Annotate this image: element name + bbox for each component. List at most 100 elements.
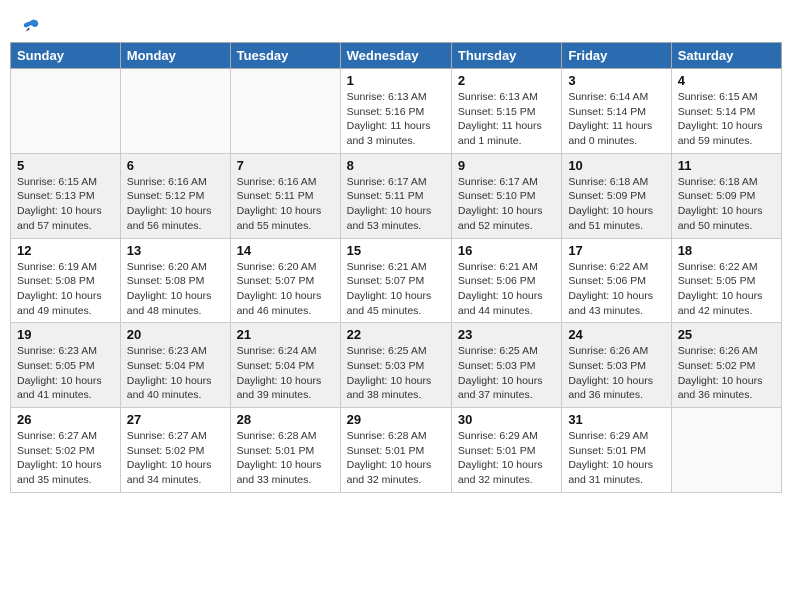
calendar-day-31: 31Sunrise: 6:29 AMSunset: 5:01 PMDayligh… bbox=[562, 408, 671, 493]
calendar-day-17: 17 Sunrise: 6:22 AMSunset: 5:06 PMDayligh… bbox=[562, 238, 671, 323]
day-info: Sunrise: 6:23 AMSunset: 5:04 PMDaylight:… bbox=[127, 344, 224, 403]
day-number: 8 bbox=[347, 158, 445, 173]
day-info: Sunrise: 6:20 AMSunset: 5:08 PMDaylight:… bbox=[127, 260, 224, 319]
day-number: 23 bbox=[458, 327, 555, 342]
day-number: 19 bbox=[17, 327, 114, 342]
calendar-day-22: 22 Sunrise: 6:25 AMSunset: 5:03 PMDayligh… bbox=[340, 323, 451, 408]
day-info: Sunrise: 6:25 AMSunset: 5:03 PMDaylight:… bbox=[347, 344, 445, 403]
calendar-day-29: 29 Sunrise: 6:28 AMSunset: 5:01 PMDayligh… bbox=[340, 408, 451, 493]
calendar-day-28: 28 Sunrise: 6:28 AMSunset: 5:01 PMDayligh… bbox=[230, 408, 340, 493]
day-number: 26 bbox=[17, 412, 114, 427]
day-number: 1 bbox=[347, 73, 445, 88]
day-number: 24 bbox=[568, 327, 664, 342]
day-number: 25 bbox=[678, 327, 775, 342]
logo bbox=[20, 18, 40, 32]
calendar-day-26: 26 Sunrise: 6:27 AMSunset: 5:02 PMDayligh… bbox=[11, 408, 121, 493]
day-info: Sunrise: 6:16 AMSunset: 5:12 PMDaylight:… bbox=[127, 175, 224, 234]
day-info: Sunrise: 6:22 AMSunset: 5:05 PMDaylight:… bbox=[678, 260, 775, 319]
calendar-day-3: 3 Sunrise: 6:14 AMSunset: 5:14 PMDaylight… bbox=[562, 69, 671, 154]
day-number: 28 bbox=[237, 412, 334, 427]
day-info: Sunrise: 6:24 AMSunset: 5:04 PMDaylight:… bbox=[237, 344, 334, 403]
calendar-header-thursday: Thursday bbox=[451, 43, 561, 69]
page-header bbox=[10, 10, 782, 36]
day-number: 22 bbox=[347, 327, 445, 342]
calendar-day-4: 4 Sunrise: 6:15 AMSunset: 5:14 PMDaylight… bbox=[671, 69, 781, 154]
day-number: 17 bbox=[568, 243, 664, 258]
day-number: 5 bbox=[17, 158, 114, 173]
calendar-empty-cell bbox=[11, 69, 121, 154]
day-info: Sunrise: 6:27 AMSunset: 5:02 PMDaylight:… bbox=[127, 429, 224, 488]
calendar-day-14: 14Sunrise: 6:20 AMSunset: 5:07 PMDayligh… bbox=[230, 238, 340, 323]
day-info: Sunrise: 6:26 AMSunset: 5:03 PMDaylight:… bbox=[568, 344, 664, 403]
day-number: 11 bbox=[678, 158, 775, 173]
calendar-header-friday: Friday bbox=[562, 43, 671, 69]
day-info: Sunrise: 6:18 AMSunset: 5:09 PMDaylight:… bbox=[568, 175, 664, 234]
calendar-day-6: 6Sunrise: 6:16 AMSunset: 5:12 PMDaylight… bbox=[120, 153, 230, 238]
day-info: Sunrise: 6:19 AMSunset: 5:08 PMDaylight:… bbox=[17, 260, 114, 319]
calendar-empty-cell bbox=[120, 69, 230, 154]
day-number: 4 bbox=[678, 73, 775, 88]
day-info: Sunrise: 6:17 AMSunset: 5:10 PMDaylight:… bbox=[458, 175, 555, 234]
calendar-day-9: 9 Sunrise: 6:17 AMSunset: 5:10 PMDaylight… bbox=[451, 153, 561, 238]
day-number: 3 bbox=[568, 73, 664, 88]
day-info: Sunrise: 6:14 AMSunset: 5:14 PMDaylight:… bbox=[568, 90, 664, 149]
calendar-day-5: 5 Sunrise: 6:15 AMSunset: 5:13 PMDaylight… bbox=[11, 153, 121, 238]
calendar-week-row: 5 Sunrise: 6:15 AMSunset: 5:13 PMDaylight… bbox=[11, 153, 782, 238]
day-number: 9 bbox=[458, 158, 555, 173]
day-number: 15 bbox=[347, 243, 445, 258]
calendar-day-12: 12 Sunrise: 6:19 AMSunset: 5:08 PMDayligh… bbox=[11, 238, 121, 323]
calendar-day-13: 13 Sunrise: 6:20 AMSunset: 5:08 PMDayligh… bbox=[120, 238, 230, 323]
day-number: 29 bbox=[347, 412, 445, 427]
calendar-week-row: 12 Sunrise: 6:19 AMSunset: 5:08 PMDayligh… bbox=[11, 238, 782, 323]
day-info: Sunrise: 6:26 AMSunset: 5:02 PMDaylight:… bbox=[678, 344, 775, 403]
calendar-day-8: 8 Sunrise: 6:17 AMSunset: 5:11 PMDaylight… bbox=[340, 153, 451, 238]
calendar-day-30: 30Sunrise: 6:29 AMSunset: 5:01 PMDayligh… bbox=[451, 408, 561, 493]
day-info: Sunrise: 6:15 AMSunset: 5:14 PMDaylight:… bbox=[678, 90, 775, 149]
calendar-day-2: 2Sunrise: 6:13 AMSunset: 5:15 PMDaylight… bbox=[451, 69, 561, 154]
calendar-day-20: 20 Sunrise: 6:23 AMSunset: 5:04 PMDayligh… bbox=[120, 323, 230, 408]
day-info: Sunrise: 6:25 AMSunset: 5:03 PMDaylight:… bbox=[458, 344, 555, 403]
calendar-day-18: 18 Sunrise: 6:22 AMSunset: 5:05 PMDayligh… bbox=[671, 238, 781, 323]
calendar-day-23: 23 Sunrise: 6:25 AMSunset: 5:03 PMDayligh… bbox=[451, 323, 561, 408]
calendar-header-sunday: Sunday bbox=[11, 43, 121, 69]
calendar-day-15: 15Sunrise: 6:21 AMSunset: 5:07 PMDayligh… bbox=[340, 238, 451, 323]
day-info: Sunrise: 6:16 AMSunset: 5:11 PMDaylight:… bbox=[237, 175, 334, 234]
calendar-day-7: 7 Sunrise: 6:16 AMSunset: 5:11 PMDaylight… bbox=[230, 153, 340, 238]
calendar-week-row: 26 Sunrise: 6:27 AMSunset: 5:02 PMDayligh… bbox=[11, 408, 782, 493]
day-number: 7 bbox=[237, 158, 334, 173]
calendar-week-row: 1 Sunrise: 6:13 AMSunset: 5:16 PMDaylight… bbox=[11, 69, 782, 154]
day-info: Sunrise: 6:21 AMSunset: 5:06 PMDaylight:… bbox=[458, 260, 555, 319]
day-info: Sunrise: 6:29 AMSunset: 5:01 PMDaylight:… bbox=[568, 429, 664, 488]
day-info: Sunrise: 6:13 AMSunset: 5:15 PMDaylight:… bbox=[458, 90, 555, 149]
day-number: 18 bbox=[678, 243, 775, 258]
day-number: 14 bbox=[237, 243, 334, 258]
day-info: Sunrise: 6:13 AMSunset: 5:16 PMDaylight:… bbox=[347, 90, 445, 149]
day-info: Sunrise: 6:15 AMSunset: 5:13 PMDaylight:… bbox=[17, 175, 114, 234]
calendar-week-row: 19Sunrise: 6:23 AMSunset: 5:05 PMDayligh… bbox=[11, 323, 782, 408]
day-info: Sunrise: 6:28 AMSunset: 5:01 PMDaylight:… bbox=[347, 429, 445, 488]
calendar-empty-cell bbox=[671, 408, 781, 493]
day-number: 12 bbox=[17, 243, 114, 258]
logo-bird-icon bbox=[22, 18, 40, 36]
day-number: 30 bbox=[458, 412, 555, 427]
calendar-table: SundayMondayTuesdayWednesdayThursdayFrid… bbox=[10, 42, 782, 493]
day-number: 10 bbox=[568, 158, 664, 173]
calendar-day-10: 10 Sunrise: 6:18 AMSunset: 5:09 PMDayligh… bbox=[562, 153, 671, 238]
calendar-empty-cell bbox=[230, 69, 340, 154]
day-info: Sunrise: 6:27 AMSunset: 5:02 PMDaylight:… bbox=[17, 429, 114, 488]
calendar-day-11: 11 Sunrise: 6:18 AMSunset: 5:09 PMDayligh… bbox=[671, 153, 781, 238]
calendar-header-wednesday: Wednesday bbox=[340, 43, 451, 69]
day-number: 13 bbox=[127, 243, 224, 258]
day-info: Sunrise: 6:28 AMSunset: 5:01 PMDaylight:… bbox=[237, 429, 334, 488]
day-number: 20 bbox=[127, 327, 224, 342]
calendar-day-21: 21 Sunrise: 6:24 AMSunset: 5:04 PMDayligh… bbox=[230, 323, 340, 408]
calendar-day-16: 16 Sunrise: 6:21 AMSunset: 5:06 PMDayligh… bbox=[451, 238, 561, 323]
day-info: Sunrise: 6:17 AMSunset: 5:11 PMDaylight:… bbox=[347, 175, 445, 234]
calendar-day-25: 25 Sunrise: 6:26 AMSunset: 5:02 PMDayligh… bbox=[671, 323, 781, 408]
calendar-header-row: SundayMondayTuesdayWednesdayThursdayFrid… bbox=[11, 43, 782, 69]
day-number: 16 bbox=[458, 243, 555, 258]
day-info: Sunrise: 6:18 AMSunset: 5:09 PMDaylight:… bbox=[678, 175, 775, 234]
day-number: 21 bbox=[237, 327, 334, 342]
calendar-day-24: 24 Sunrise: 6:26 AMSunset: 5:03 PMDayligh… bbox=[562, 323, 671, 408]
day-info: Sunrise: 6:22 AMSunset: 5:06 PMDaylight:… bbox=[568, 260, 664, 319]
